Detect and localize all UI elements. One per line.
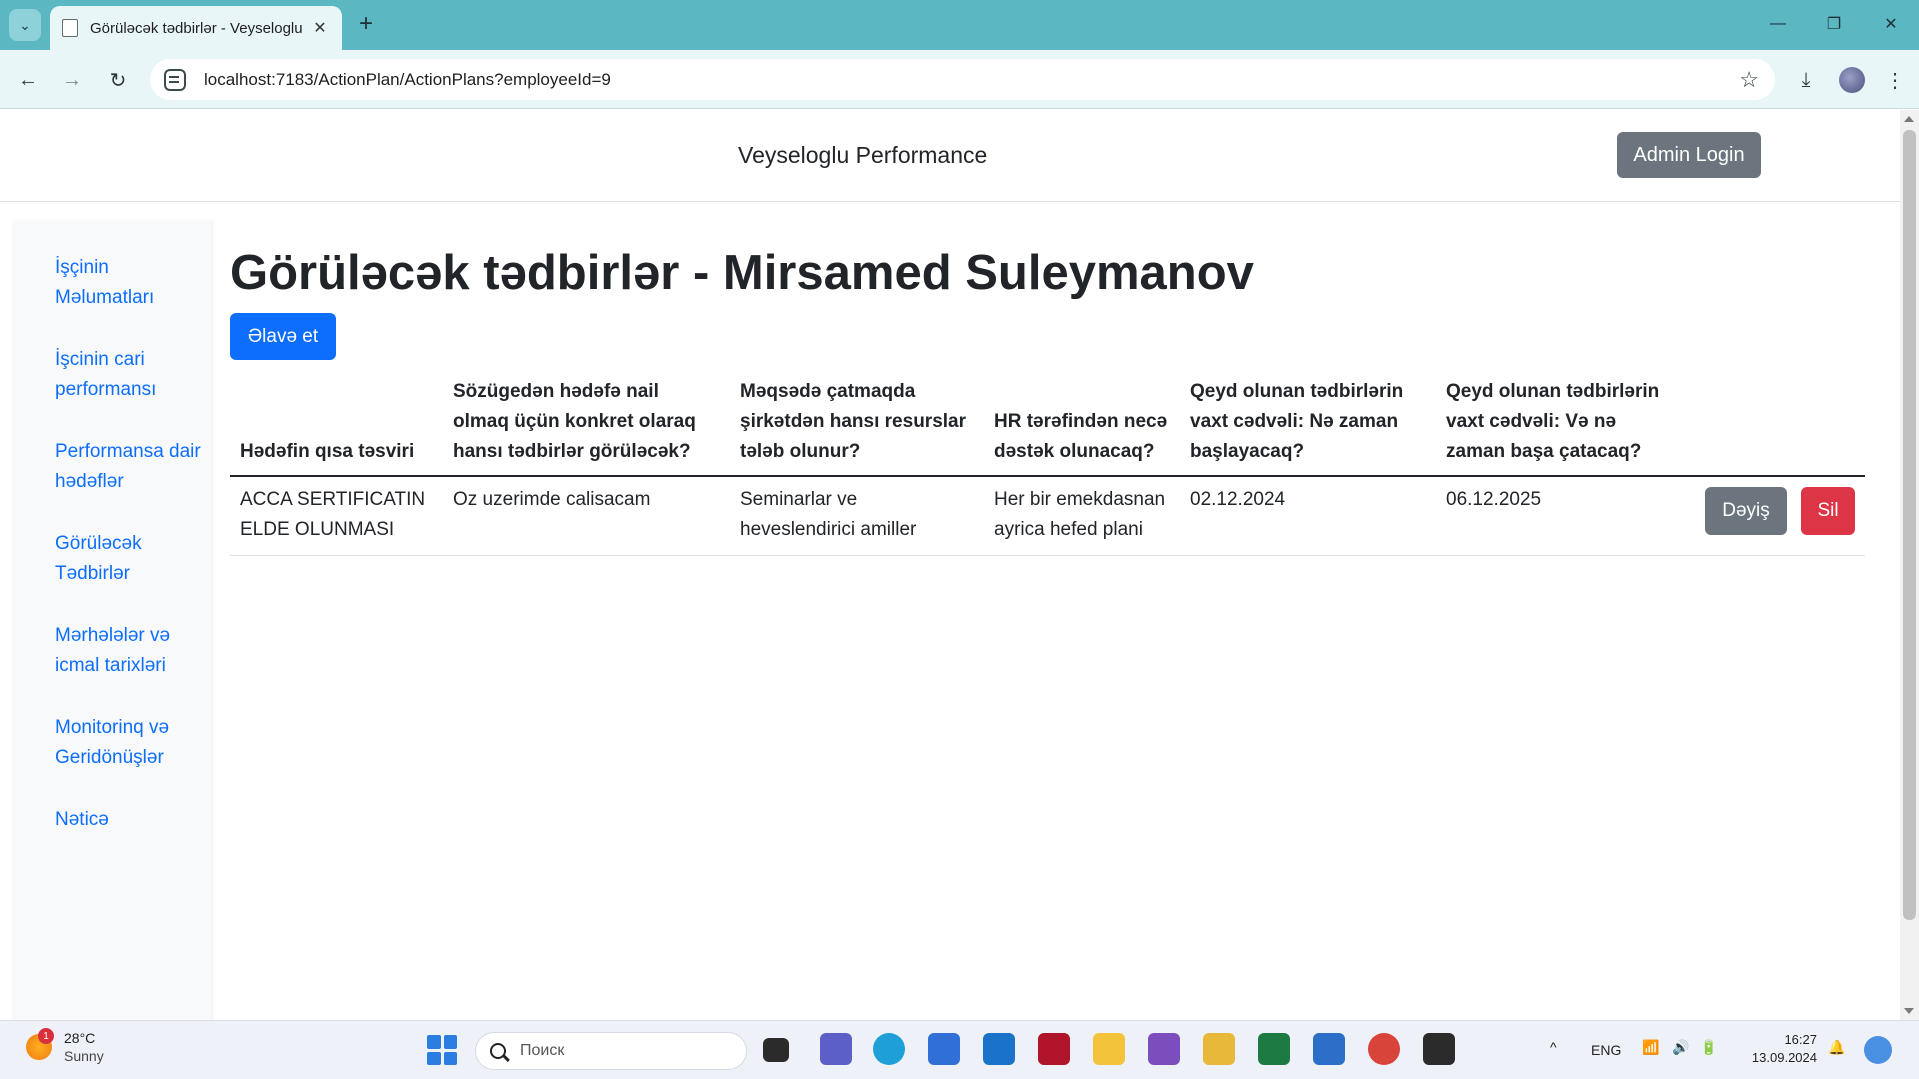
restore-button[interactable]: ❐ [1814, 8, 1854, 40]
site-settings-icon[interactable] [164, 68, 186, 91]
clock-date: 13.09.2024 [1751, 1050, 1817, 1065]
site-brand[interactable]: Veyseloglu Performance [738, 142, 987, 169]
column-header: Qeyd olunan tədbirlərin vaxt cədvəli: Və… [1436, 371, 1676, 477]
clock-time: 16:27 [1784, 1032, 1817, 1047]
address-bar[interactable]: localhost:7183/ActionPlan/ActionPlans?em… [150, 59, 1775, 100]
teams-icon[interactable] [820, 1033, 852, 1065]
page-title: Görüləcək tədbirlər - Mirsamed Suleymano… [230, 246, 1254, 300]
window-close-button[interactable]: ✕ [1871, 8, 1911, 40]
column-header: Məqsədə çatmaqda şirkətdən hansı resursl… [730, 371, 984, 477]
avatar [1839, 67, 1865, 93]
wifi-icon[interactable]: 📶 [1642, 1039, 1659, 1056]
action-plans-table: Hədəfin qısa təsviri Sözügedən hədəfə na… [230, 371, 1865, 556]
file-explorer-icon[interactable] [1093, 1033, 1125, 1065]
copilot-icon[interactable] [1864, 1036, 1892, 1064]
page-favicon-icon [62, 19, 78, 37]
url-text[interactable]: localhost:7183/ActionPlan/ActionPlans?em… [204, 70, 611, 90]
browser-tab-strip: ⌄ Görüləcək tədbirlər - Veyseloglu ✕ + —… [0, 0, 1919, 50]
weather-temperature: 28°C [64, 1030, 96, 1046]
excel-icon[interactable] [1258, 1033, 1290, 1065]
sidebar-item-monitoring[interactable]: Monitorinq və Geridönüşlər [55, 713, 205, 773]
admin-login-button[interactable]: Admin Login [1617, 132, 1761, 178]
new-tab-button[interactable]: + [352, 10, 380, 38]
sidebar-item-milestones[interactable]: Mərhələlər və icmal tarixləri [55, 621, 205, 681]
chrome-icon[interactable] [1368, 1033, 1400, 1065]
table-cell: ACCA SERTIFICATIN ELDE OLUNMASI [230, 476, 443, 556]
table-cell: 02.12.2024 [1180, 476, 1436, 556]
task-view-icon[interactable] [763, 1038, 789, 1062]
profile-button[interactable] [1836, 64, 1868, 96]
notepad-icon[interactable] [1313, 1033, 1345, 1065]
mail-icon[interactable] [983, 1033, 1015, 1065]
table-cell: Seminarlar ve heveslendirici amiller [730, 476, 984, 556]
edit-button[interactable]: Dəyiş [1705, 487, 1787, 535]
scroll-down-icon[interactable] [1904, 1008, 1914, 1014]
bookmark-star-icon[interactable]: ☆ [1739, 67, 1759, 93]
column-header: Hədəfin qısa təsviri [230, 371, 443, 477]
column-header: Qeyd olunan tədbirlərin vaxt cədvəli: Nə… [1180, 371, 1436, 477]
taskbar-search[interactable]: Поиск [475, 1032, 747, 1070]
store-icon[interactable] [928, 1033, 960, 1065]
windows-logo-icon [427, 1035, 441, 1049]
table-header-row: Hədəfin qısa təsviri Sözügedən hədəfə na… [230, 371, 1865, 477]
web-page: Veyseloglu Performance Admin Login İşçin… [0, 110, 1900, 1020]
notification-badge: 1 [38, 1028, 54, 1044]
page-scrollbar[interactable] [1900, 110, 1919, 1020]
windows-logo-icon [443, 1035, 457, 1049]
app-icon[interactable] [1203, 1033, 1235, 1065]
edge-icon[interactable] [873, 1033, 905, 1065]
delete-button[interactable]: Sil [1801, 487, 1855, 535]
weather-condition: Sunny [64, 1048, 104, 1064]
sun-icon: 1 [26, 1028, 54, 1060]
table-cell: 06.12.2025 [1436, 476, 1676, 556]
add-button[interactable]: Əlavə et [230, 313, 336, 360]
sidebar-item-employee-info[interactable]: İşçinin Məlumatları [55, 253, 205, 313]
sidebar-item-action-plans[interactable]: Görüləcək Tədbirlər [55, 529, 205, 589]
taskbar: 1 28°C Sunny Поиск ^ ENG 📶 🔊 🔋 16:27 13.… [0, 1020, 1919, 1079]
windows-logo-icon [427, 1051, 441, 1065]
weather-widget[interactable]: 1 28°C Sunny [26, 1028, 104, 1065]
column-header: HR tərəfindən necə dəstək olunacaq? [984, 371, 1180, 477]
table-row: ACCA SERTIFICATIN ELDE OLUNMASI Oz uzeri… [230, 476, 1865, 556]
language-indicator[interactable]: ENG [1591, 1042, 1621, 1058]
table-cell: Her bir emekdasnan ayrica hefed plani [984, 476, 1180, 556]
windows-logo-icon [443, 1051, 457, 1065]
sidebar-item-current-performance[interactable]: İşcinin cari performansı [55, 345, 205, 405]
battery-icon[interactable]: 🔋 [1700, 1039, 1717, 1056]
tab-close-icon[interactable]: ✕ [310, 18, 330, 38]
search-placeholder: Поиск [520, 1042, 565, 1059]
volume-icon[interactable]: 🔊 [1672, 1039, 1689, 1056]
site-header: Veyseloglu Performance Admin Login [0, 110, 1900, 202]
minimize-button[interactable]: — [1758, 8, 1798, 40]
column-header: Sözügedən hədəfə nail olmaq üçün konkret… [443, 371, 730, 477]
visual-studio-icon[interactable] [1148, 1033, 1180, 1065]
search-icon [490, 1043, 506, 1059]
forward-button[interactable]: → [56, 64, 88, 96]
tray-overflow-icon[interactable]: ^ [1550, 1039, 1557, 1055]
back-button[interactable]: ← [12, 64, 44, 96]
download-icon[interactable]: ⤓ [1790, 64, 1822, 96]
app-icon[interactable] [1038, 1033, 1070, 1065]
table-cell: Oz uzerimde calisacam [443, 476, 730, 556]
sidebar-item-result[interactable]: Nəticə [55, 805, 205, 835]
start-button[interactable] [427, 1035, 457, 1065]
sidebar: İşçinin Məlumatları İşcinin cari perform… [12, 221, 211, 1020]
notification-bell-icon[interactable]: 🔔 [1828, 1039, 1845, 1056]
sidebar-item-performance-goals[interactable]: Performansa dair hədəflər [55, 437, 205, 497]
column-header-actions [1676, 371, 1865, 477]
tab-search-button[interactable]: ⌄ [9, 9, 41, 41]
browser-toolbar: ← → ↻ localhost:7183/ActionPlan/ActionPl… [0, 50, 1919, 109]
taskbar-clock[interactable]: 16:27 13.09.2024 [1742, 1031, 1817, 1067]
row-actions: Dəyiş Sil [1676, 476, 1865, 556]
terminal-icon[interactable] [1423, 1033, 1455, 1065]
reload-button[interactable]: ↻ [102, 64, 134, 96]
browser-tab-active[interactable]: Görüləcək tədbirlər - Veyseloglu ✕ [50, 6, 342, 50]
tab-title: Görüləcək tədbirlər - Veyseloglu [90, 19, 303, 37]
scroll-up-icon[interactable] [1904, 116, 1914, 122]
scrollbar-thumb[interactable] [1903, 130, 1916, 920]
browser-menu-icon[interactable]: ⋮ [1879, 64, 1911, 96]
